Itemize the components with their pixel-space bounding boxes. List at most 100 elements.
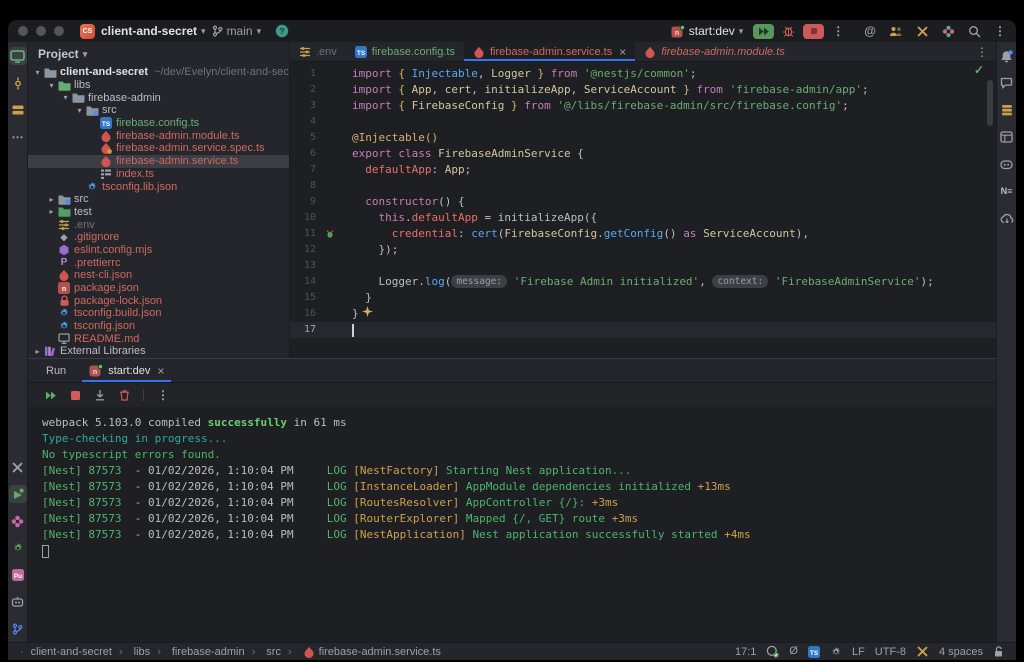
run-tab[interactable]: n start:dev × <box>82 359 171 382</box>
line-number[interactable]: 10 <box>290 210 316 226</box>
editor-tab[interactable]: firebase-admin.service.ts× <box>464 42 635 61</box>
indent-size[interactable]: 4 spaces <box>939 646 983 658</box>
run-config-selector[interactable]: n start:dev ▾ <box>671 24 744 38</box>
project-selector[interactable]: client-and-secret ▾ <box>101 24 206 38</box>
line-number[interactable]: 1 <box>290 66 316 82</box>
write-access-unlock-icon[interactable] <box>993 646 1004 658</box>
tool-stripe-button-notifications[interactable] <box>998 47 1016 65</box>
chevron-down-icon[interactable]: ▾ <box>46 81 57 90</box>
tree-row[interactable]: firebase-admin.service.spec.ts <box>28 142 289 155</box>
more-run-actions-icon[interactable]: ⋮ <box>832 25 844 37</box>
code-line[interactable]: 2import { App, cert, initializeApp, Serv… <box>290 82 996 98</box>
breadcrumb-item[interactable]: firebase-admin <box>150 646 244 658</box>
tool-stripe-button-commit[interactable] <box>9 74 27 92</box>
code-line[interactable]: 11 credential: cert(FirebaseConfig.getCo… <box>290 226 996 242</box>
tool-stripe-button-nx-console[interactable]: N≡ <box>998 182 1016 200</box>
tree-row[interactable]: ▾firebase-admin <box>28 91 289 104</box>
line-number[interactable]: 5 <box>290 130 316 146</box>
tool-stripe-button-problems[interactable] <box>9 512 27 530</box>
chevron-down-icon[interactable]: ▾ <box>60 93 71 102</box>
breadcrumb-item[interactable]: client-and-secret <box>31 646 112 658</box>
zoom-window-button[interactable] <box>54 26 64 36</box>
tool-stripe-button-ai-chat[interactable] <box>998 74 1016 92</box>
tree-row[interactable]: package-lock.json <box>28 294 289 307</box>
code-line[interactable]: 8 <box>290 178 996 194</box>
inspections-ok-icon[interactable]: ✓ <box>974 64 984 76</box>
chevron-down-icon[interactable]: ▾ <box>74 106 85 115</box>
code-line[interactable]: 15 } <box>290 290 996 306</box>
copilot-status-icon[interactable] <box>766 645 779 658</box>
line-number[interactable]: 12 <box>290 242 316 258</box>
debug-button-icon[interactable] <box>782 25 795 37</box>
settings-gear-icon[interactable] <box>830 646 842 658</box>
line-number[interactable]: 6 <box>290 146 316 162</box>
tree-row[interactable]: ◆.gitignore <box>28 231 289 244</box>
tree-row[interactable]: firebase-admin.service.ts <box>28 155 289 168</box>
copilot-icon[interactable]: @ <box>864 25 876 37</box>
highlighting-off-icon[interactable]: Ø <box>789 646 798 657</box>
tool-stripe-button-version-control[interactable] <box>9 620 27 638</box>
code-line[interactable]: 6export class FirebaseAdminService { <box>290 146 996 162</box>
editor-scrollbar[interactable] <box>987 80 993 126</box>
scroll-to-end-button-icon[interactable] <box>94 389 106 401</box>
close-window-button[interactable] <box>18 26 28 36</box>
line-number[interactable]: 7 <box>290 162 316 178</box>
tool-stripe-button-database[interactable] <box>998 101 1016 119</box>
tree-row[interactable]: P.prettierrc <box>28 256 289 269</box>
caret-position[interactable]: 17:1 <box>735 646 756 658</box>
hidden-tabs-icon[interactable]: ⋮ <box>968 45 996 59</box>
tree-row[interactable]: tsconfig.lib.json <box>28 180 289 193</box>
code-line[interactable]: 9 constructor() { <box>290 194 996 210</box>
tool-stripe-button-services[interactable] <box>9 539 27 557</box>
tree-row[interactable]: ▸test <box>28 206 289 219</box>
encoding[interactable]: UTF-8 <box>875 646 906 658</box>
users-icon[interactable] <box>889 26 903 37</box>
tree-row[interactable]: tsconfig.build.json <box>28 307 289 320</box>
code-line[interactable]: 14 Logger.log(message: 'Firebase Admin i… <box>290 274 996 290</box>
chevron-down-icon[interactable]: ▾ <box>32 68 43 77</box>
code-line[interactable]: 12 }); <box>290 242 996 258</box>
tree-row[interactable]: ▸External Libraries <box>28 345 289 358</box>
code-line[interactable]: 3import { FirebaseConfig } from '@/libs/… <box>290 98 996 114</box>
breadcrumb-item[interactable]: libs <box>112 646 150 658</box>
chevron-right-icon[interactable]: ▸ <box>32 347 43 356</box>
line-number[interactable]: 8 <box>290 178 316 194</box>
stop-button-icon[interactable] <box>70 390 81 401</box>
indent-tools-icon[interactable] <box>916 645 929 658</box>
build-tools-icon[interactable] <box>916 25 929 38</box>
tool-stripe-button-ai-assistant[interactable] <box>9 593 27 611</box>
editor-tab[interactable]: firebase-admin.module.ts <box>635 42 794 61</box>
search-icon[interactable] <box>968 25 981 38</box>
code-line[interactable]: 13 <box>290 258 996 274</box>
more-vertical-icon[interactable]: ⋮ <box>994 25 1006 37</box>
line-number[interactable]: 13 <box>290 258 316 274</box>
line-number[interactable]: 14 <box>290 274 316 290</box>
more-vertical-button-icon[interactable]: ⋮ <box>157 389 169 401</box>
breadcrumb-item[interactable]: src <box>245 646 281 658</box>
breadcrumb-item[interactable]: firebase-admin.service.ts <box>281 646 441 658</box>
tree-row[interactable]: tsconfig.json <box>28 320 289 333</box>
chevron-right-icon[interactable]: ▸ <box>46 195 57 204</box>
line-number[interactable]: 16 <box>290 306 316 322</box>
tool-stripe-button-run[interactable] <box>9 485 27 503</box>
help-icon[interactable]: ? <box>275 24 289 38</box>
tree-row[interactable]: README.md <box>28 332 289 345</box>
project-panel-header[interactable]: Project ▾ <box>28 42 289 66</box>
code-line[interactable]: 1import { Injectable, Logger } from '@ne… <box>290 66 996 82</box>
tree-row[interactable]: firebase-admin.module.ts <box>28 129 289 142</box>
editor[interactable]: 1import { Injectable, Logger } from '@ne… <box>290 62 996 358</box>
tree-row[interactable]: ▾libs <box>28 79 289 92</box>
editor-tab[interactable]: TSfirebase.config.ts <box>346 42 464 61</box>
code-line[interactable]: 7 defaultApp: App; <box>290 162 996 178</box>
tree-row[interactable]: ▸src <box>28 193 289 206</box>
chevron-right-icon[interactable]: ▸ <box>46 207 57 216</box>
clear-button-icon[interactable] <box>119 389 130 401</box>
tool-stripe-button-pull-requests[interactable]: Pu <box>9 566 27 584</box>
line-number[interactable]: 2 <box>290 82 316 98</box>
tree-row[interactable]: npackage.json <box>28 282 289 295</box>
close-icon[interactable]: × <box>619 45 626 59</box>
tool-stripe-button-ui-designer[interactable] <box>998 128 1016 146</box>
tree-row[interactable]: TSfirebase.config.ts <box>28 117 289 130</box>
code-line[interactable]: 17 <box>290 322 996 338</box>
tool-stripe-button-more-horizontal[interactable]: ⋯ <box>9 128 27 146</box>
